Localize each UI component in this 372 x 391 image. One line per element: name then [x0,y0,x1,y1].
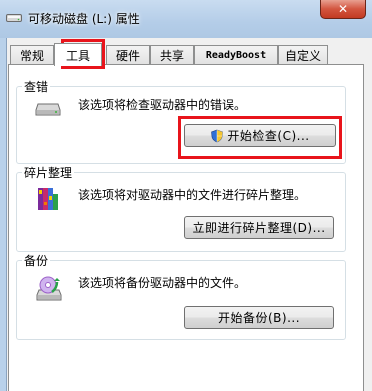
start-backup-label: 开始备份(B)... [217,311,301,325]
defrag-description: 该选项将对驱动器中的文件进行碎片整理。 [78,188,307,202]
window-title: 可移动磁盘 (L:) 属性 [28,12,140,26]
title-bar[interactable]: 可移动磁盘 (L:) 属性 ✕ [0,0,372,38]
tab-sharing[interactable]: 共享 [150,45,194,65]
group-title: 备份 [22,252,51,269]
backup-icon [36,276,62,301]
defrag-now-button[interactable]: 立即进行碎片整理(D)... [184,216,334,239]
group-title: 查错 [22,78,51,95]
group-title: 碎片整理 [22,164,75,181]
highlight-box [178,116,342,159]
defrag-group: 碎片整理 [16,164,346,252]
tab-readyboost[interactable]: ReadyBoost [194,45,278,65]
backup-description: 该选项将备份驱动器中的文件。 [78,276,247,290]
tab-tools[interactable]: 工具 [54,43,102,66]
drive-icon [6,14,22,22]
defrag-now-label: 立即进行碎片整理(D)... [192,221,326,235]
tab-strip: 常规 工具 硬件 共享 ReadyBoost 自定义 [8,43,368,66]
close-button[interactable]: ✕ [320,0,366,19]
tab-label: 共享 [159,49,184,63]
close-icon: ✕ [337,2,349,16]
tab-hardware[interactable]: 硬件 [106,45,150,65]
tab-label: 工具 [65,48,90,63]
tab-label: ReadyBoost [205,50,267,61]
tab-label: 常规 [19,49,44,63]
tab-label: 硬件 [115,49,140,63]
start-backup-button[interactable]: 开始备份(B)... [184,306,334,329]
error-check-description: 该选项将检查驱动器中的错误。 [78,98,247,112]
drive-icon [35,103,61,116]
tab-label: 自定义 [284,49,321,63]
tab-customize[interactable]: 自定义 [278,45,328,65]
defrag-icon [38,188,58,210]
tab-general[interactable]: 常规 [10,45,54,65]
